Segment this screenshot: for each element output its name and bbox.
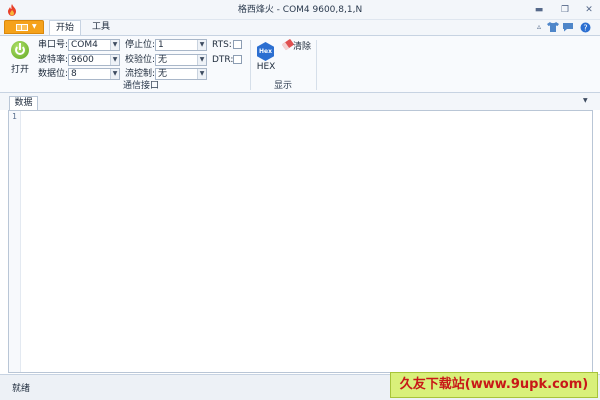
baud-value: 9600 — [71, 55, 94, 65]
status-text: 就绪 — [12, 384, 31, 394]
chat-icon[interactable] — [562, 22, 574, 32]
port-value: COM4 — [71, 40, 98, 50]
chevron-down-icon[interactable]: ▼ — [583, 97, 588, 104]
chevron-down-icon[interactable]: ▼ — [197, 69, 206, 79]
open-button[interactable]: 打开 — [6, 41, 32, 79]
hex-button-label[interactable]: HEX — [255, 62, 277, 72]
databits-label: 数据位: — [38, 69, 69, 79]
ribbon-tab-row: ▼ 开始 工具 — [0, 20, 600, 35]
chevron-down-icon[interactable]: ▼ — [110, 40, 119, 50]
stopbits-select[interactable]: 1 ▼ — [155, 39, 207, 51]
display-group-label: 显示 — [273, 81, 292, 91]
tab-start[interactable]: 开始 — [49, 20, 81, 35]
flowcontrol-value: 无 — [158, 69, 168, 79]
title-bar: 格西烽火 - COM4 9600,8,1,N ▬ ❐ ✕ — [0, 0, 600, 20]
chevron-down-icon[interactable]: ▼ — [197, 40, 206, 50]
flowcontrol-select[interactable]: 无 ▼ — [155, 68, 207, 80]
window-title: 格西烽火 - COM4 9600,8,1,N — [237, 5, 363, 15]
app-menu-icon — [16, 24, 28, 31]
clear-button-label[interactable]: 清除 — [293, 39, 311, 52]
group-divider — [316, 40, 317, 90]
port-label: 串口号: — [38, 40, 69, 50]
chevron-down-icon[interactable]: ▼ — [110, 69, 119, 79]
port-select[interactable]: COM4 ▼ — [68, 39, 120, 51]
stopbits-label: 停止位: — [125, 40, 156, 50]
dtr-checkbox[interactable] — [233, 55, 242, 64]
tshirt-icon[interactable] — [547, 22, 559, 32]
hex-icon[interactable]: Hex — [257, 42, 274, 61]
chevron-down-icon[interactable]: ▼ — [197, 55, 206, 65]
ribbon-panel: 打开 串口号: COM4 ▼ 波特率: 9600 ▼ 数据位: 8 ▼ 停止位:… — [0, 35, 600, 93]
open-label: 打开 — [10, 65, 29, 75]
parity-label: 校验位: — [125, 55, 156, 65]
application-menu-button[interactable]: ▼ — [4, 20, 44, 34]
baud-label: 波特率: — [38, 55, 69, 65]
line-number-gutter: 1 — [9, 111, 21, 372]
svg-text:?: ? — [583, 23, 587, 32]
parity-value: 无 — [158, 55, 168, 65]
data-editor[interactable]: 1 — [8, 110, 593, 373]
databits-value: 8 — [71, 69, 77, 79]
document-tab-bar: 数据 ▼ — [0, 93, 600, 110]
chevron-down-icon: ▼ — [32, 23, 37, 30]
help-icon[interactable]: ? — [579, 22, 591, 33]
minimize-icon[interactable]: ▬ — [532, 3, 546, 17]
rts-label: RTS: — [212, 40, 232, 50]
databits-select[interactable]: 8 ▼ — [68, 68, 120, 80]
watermark: 久友下载站(www.9upk.com) — [390, 372, 598, 398]
rts-checkbox[interactable] — [233, 40, 242, 49]
tab-data[interactable]: 数据 — [9, 96, 38, 110]
line-number: 1 — [12, 112, 17, 121]
baud-select[interactable]: 9600 ▼ — [68, 54, 120, 66]
power-icon — [11, 41, 29, 59]
dtr-label: DTR: — [212, 55, 234, 65]
comm-group-label: 通信接口 — [122, 81, 159, 91]
parity-select[interactable]: 无 ▼ — [155, 54, 207, 66]
stopbits-value: 1 — [158, 40, 164, 50]
up-arrow-icon[interactable]: ▵ — [533, 22, 545, 32]
tab-tools[interactable]: 工具 — [86, 20, 116, 35]
flowcontrol-label: 流控制: — [125, 69, 156, 79]
close-icon[interactable]: ✕ — [582, 3, 596, 17]
chevron-down-icon[interactable]: ▼ — [110, 55, 119, 65]
group-divider — [250, 40, 251, 90]
restore-icon[interactable]: ❐ — [558, 3, 572, 17]
